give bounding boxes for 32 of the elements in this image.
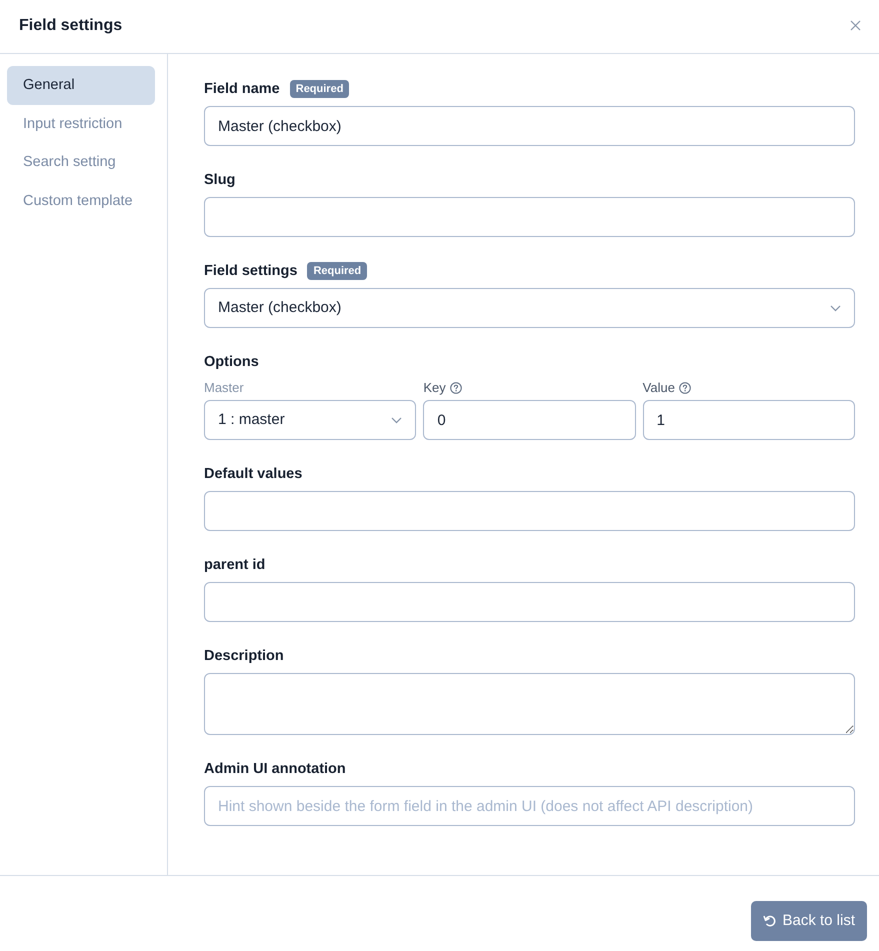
field-label: Field settings (204, 262, 298, 281)
chevron-down-icon (830, 304, 841, 312)
help-icon (450, 382, 462, 394)
input-field[interactable]: Hint shown beside the form field in the admin UI (does not affect API description) (204, 786, 855, 826)
sidebar-tab[interactable]: General (7, 66, 155, 104)
help-icon (678, 382, 691, 394)
select-field[interactable]: 1 : master (204, 400, 416, 440)
field-label: parent id (204, 556, 266, 575)
input-field[interactable] (204, 582, 855, 622)
back-to-list-button[interactable]: Back to list (751, 901, 867, 941)
field-label: Options (204, 353, 259, 372)
input-field[interactable]: 1 (642, 400, 855, 440)
required-tag: Required (290, 80, 350, 98)
input-field[interactable]: Master (checkbox) (204, 106, 855, 146)
input-field[interactable] (204, 197, 855, 237)
close-icon[interactable] (850, 20, 861, 31)
column-label: Value (642, 379, 675, 397)
field-label: Field name (204, 80, 280, 99)
textarea-field[interactable] (204, 673, 855, 735)
chevron-down-icon (391, 416, 402, 424)
select-field[interactable]: Master (checkbox) (204, 288, 855, 328)
input-field[interactable]: 0 (423, 400, 636, 440)
column-label: Key (423, 379, 446, 397)
field-label: Admin UI annotation (204, 760, 346, 779)
dialog-title: Field settings (19, 16, 122, 36)
field-label: Default values (204, 465, 302, 484)
field-label: Description (204, 647, 284, 666)
field-label: Slug (204, 171, 236, 190)
column-label: Master (204, 379, 244, 397)
required-tag: Required (307, 262, 368, 280)
counterclockwise-arrow-icon (763, 914, 778, 928)
input-field[interactable] (204, 491, 855, 531)
